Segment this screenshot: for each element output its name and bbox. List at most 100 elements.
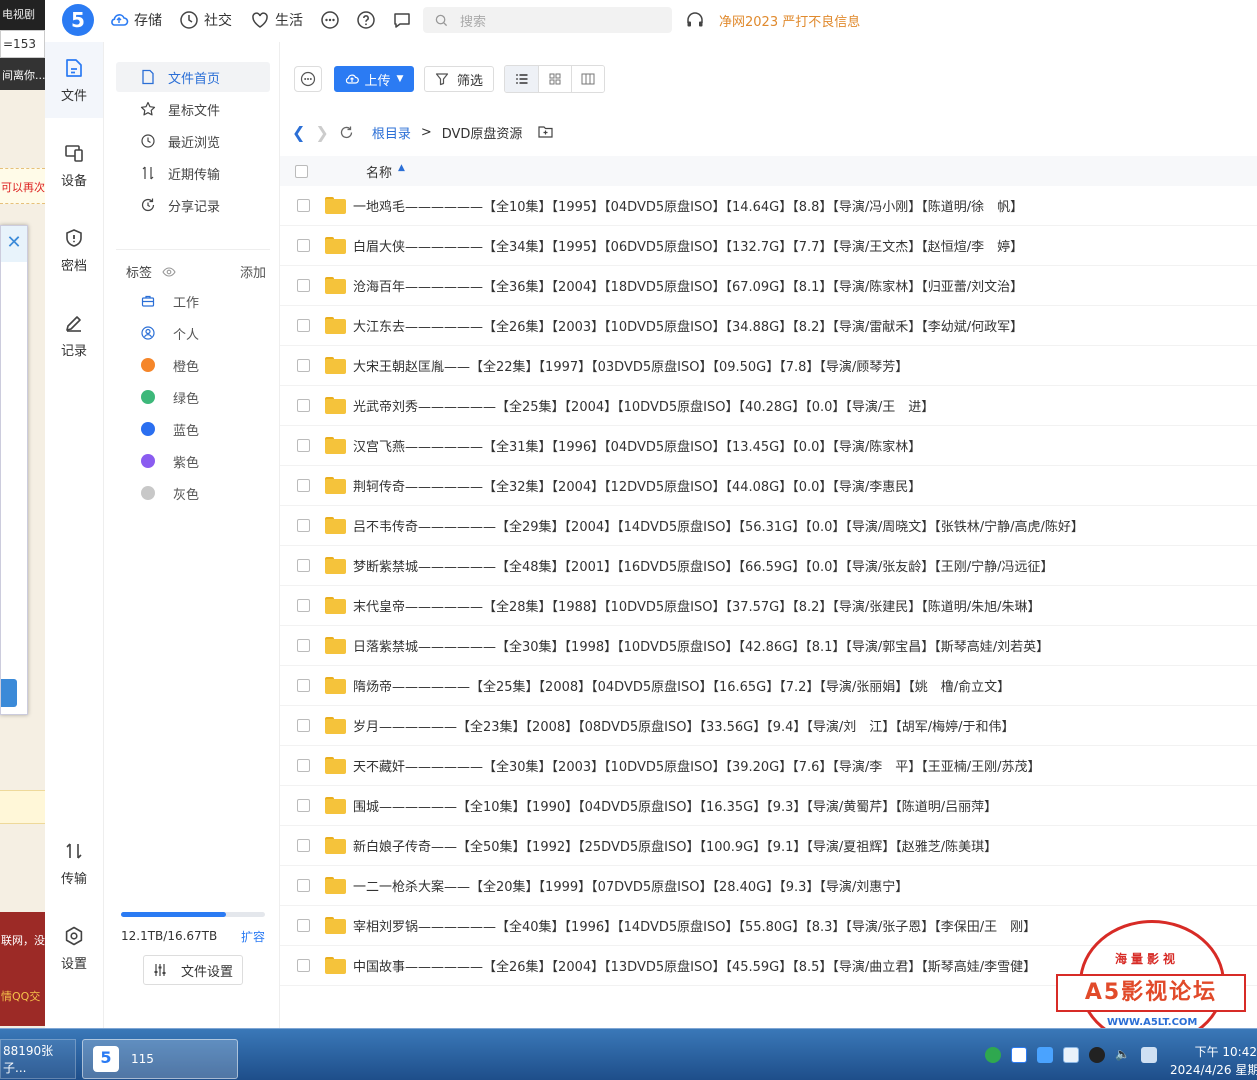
file-name[interactable]: 隋炀帝——————【全25集】【2008】【04DVD5原盘ISO】【16.65… bbox=[353, 676, 1010, 695]
file-row[interactable]: 天不藏奸——————【全30集】【2003】【10DVD5原盘ISO】【39.2… bbox=[280, 746, 1257, 786]
file-row[interactable]: 大江东去——————【全26集】【2003】【10DVD5原盘ISO】【34.8… bbox=[280, 306, 1257, 346]
message-icon[interactable] bbox=[392, 10, 412, 30]
expand-storage-link[interactable]: 扩容 bbox=[241, 928, 265, 945]
help-icon[interactable] bbox=[356, 10, 376, 30]
row-checkbox[interactable] bbox=[297, 679, 310, 692]
tag-orange[interactable]: 橙色 bbox=[141, 353, 199, 377]
network-icon[interactable] bbox=[1141, 1047, 1157, 1063]
tray-shield-icon[interactable] bbox=[1063, 1047, 1079, 1063]
back-icon[interactable]: ❮ bbox=[292, 123, 305, 142]
rail-item-file[interactable]: 文件 bbox=[45, 42, 103, 118]
file-row[interactable]: 汉宫飞燕——————【全31集】【1996】【04DVD5原盘ISO】【13.4… bbox=[280, 426, 1257, 466]
list-view-button[interactable] bbox=[505, 66, 538, 92]
file-row[interactable]: 新白娘子传奇——【全50集】【1992】【25DVD5原盘ISO】【100.9G… bbox=[280, 826, 1257, 866]
file-row[interactable]: 沧海百年——————【全36集】【2004】【18DVD5原盘ISO】【67.0… bbox=[280, 266, 1257, 306]
taskbar-item-browser[interactable]: 88190张子... bbox=[0, 1039, 76, 1079]
row-checkbox[interactable] bbox=[297, 799, 310, 812]
background-footer-link[interactable]: 情QQ交 bbox=[1, 988, 44, 1004]
row-checkbox[interactable] bbox=[297, 559, 310, 572]
sort-asc-icon[interactable]: ▲ bbox=[398, 163, 405, 173]
file-name[interactable]: 大江东去——————【全26集】【2003】【10DVD5原盘ISO】【34.8… bbox=[353, 316, 1023, 335]
file-name[interactable]: 中国故事——————【全26集】【2004】【13DVD5原盘ISO】【45.5… bbox=[353, 956, 1036, 975]
file-name[interactable]: 日落紫禁城——————【全30集】【1998】【10DVD5原盘ISO】【42.… bbox=[353, 636, 1049, 655]
background-window-url[interactable]: =153 bbox=[0, 30, 45, 58]
taskbar-item-115[interactable]: 5 115 bbox=[82, 1039, 238, 1079]
file-row[interactable]: 梦断紫禁城——————【全48集】【2001】【16DVD5原盘ISO】【66.… bbox=[280, 546, 1257, 586]
sidebar-item-shares[interactable]: 分享记录 bbox=[116, 190, 270, 220]
rail-item-device[interactable]: 设备 bbox=[45, 127, 103, 203]
file-name[interactable]: 围城——————【全10集】【1990】【04DVD5原盘ISO】【16.35G… bbox=[353, 796, 997, 815]
file-name[interactable]: 一二一枪杀大案——【全20集】【1999】【07DVD5原盘ISO】【28.40… bbox=[353, 876, 908, 895]
row-checkbox[interactable] bbox=[297, 439, 310, 452]
file-row[interactable]: 岁月——————【全23集】【2008】【08DVD5原盘ISO】【33.56G… bbox=[280, 706, 1257, 746]
upload-button[interactable]: 上传 ▼ bbox=[334, 66, 414, 92]
nav-storage[interactable]: 存储 bbox=[109, 10, 162, 30]
file-name[interactable]: 岁月——————【全23集】【2008】【08DVD5原盘ISO】【33.56G… bbox=[353, 716, 1015, 735]
file-name[interactable]: 梦断紫禁城——————【全48集】【2001】【16DVD5原盘ISO】【66.… bbox=[353, 556, 1054, 575]
file-row[interactable]: 白眉大侠——————【全34集】【1995】【06DVD5原盘ISO】【132.… bbox=[280, 226, 1257, 266]
grid-view-button[interactable] bbox=[538, 66, 571, 92]
clock[interactable]: 下午 10:42 2024/4/26 星期 bbox=[1170, 1043, 1257, 1079]
file-row[interactable]: 隋炀帝——————【全25集】【2008】【04DVD5原盘ISO】【16.65… bbox=[280, 666, 1257, 706]
new-folder-icon[interactable] bbox=[538, 125, 554, 139]
file-name[interactable]: 汉宫飞燕——————【全31集】【1996】【04DVD5原盘ISO】【13.4… bbox=[353, 436, 921, 455]
row-checkbox[interactable] bbox=[297, 759, 310, 772]
file-name[interactable]: 光武帝刘秀——————【全25集】【2004】【10DVD5原盘ISO】【40.… bbox=[353, 396, 934, 415]
file-row[interactable]: 日落紫禁城——————【全30集】【1998】【10DVD5原盘ISO】【42.… bbox=[280, 626, 1257, 666]
add-tag-button[interactable]: 添加 bbox=[240, 262, 266, 281]
refresh-icon[interactable] bbox=[339, 125, 354, 140]
headset-icon[interactable] bbox=[685, 10, 705, 30]
file-name[interactable]: 大宋王朝赵匡胤——【全22集】【1997】【03DVD5原盘ISO】【09.50… bbox=[353, 356, 908, 375]
tray-bird-icon[interactable] bbox=[1037, 1047, 1053, 1063]
nav-social[interactable]: 社交 bbox=[179, 10, 232, 30]
row-checkbox[interactable] bbox=[297, 959, 310, 972]
more-actions-button[interactable] bbox=[294, 66, 322, 92]
background-window-nav[interactable]: 间离你... bbox=[0, 58, 45, 90]
tag-blue[interactable]: 蓝色 bbox=[141, 417, 199, 441]
eye-icon[interactable] bbox=[162, 265, 176, 279]
file-name[interactable]: 吕不韦传奇——————【全29集】【2004】【14DVD5原盘ISO】【56.… bbox=[353, 516, 1084, 535]
nav-life[interactable]: 生活 bbox=[250, 10, 303, 30]
filter-button[interactable]: 筛选 bbox=[424, 66, 494, 92]
column-view-button[interactable] bbox=[571, 66, 604, 92]
file-name[interactable]: 宰相刘罗锅——————【全40集】【1996】【14DVD5原盘ISO】【55.… bbox=[353, 916, 1036, 935]
file-row[interactable]: 末代皇帝——————【全28集】【1988】【10DVD5原盘ISO】【37.5… bbox=[280, 586, 1257, 626]
file-name[interactable]: 新白娘子传奇——【全50集】【1992】【25DVD5原盘ISO】【100.9G… bbox=[353, 836, 997, 855]
file-row[interactable]: 光武帝刘秀——————【全25集】【2004】【10DVD5原盘ISO】【40.… bbox=[280, 386, 1257, 426]
app-logo[interactable]: 5 bbox=[62, 4, 94, 36]
rail-item-settings[interactable]: 设置 bbox=[45, 910, 103, 986]
file-settings-button[interactable]: 文件设置 bbox=[143, 955, 243, 985]
rail-item-transfer[interactable]: 传输 bbox=[45, 825, 103, 901]
file-name[interactable]: 天不藏奸——————【全30集】【2003】【10DVD5原盘ISO】【39.2… bbox=[353, 756, 1041, 775]
forward-icon[interactable]: ❯ bbox=[315, 123, 328, 142]
row-checkbox[interactable] bbox=[297, 359, 310, 372]
row-checkbox[interactable] bbox=[297, 879, 310, 892]
file-row[interactable]: 一地鸡毛——————【全10集】【1995】【04DVD5原盘ISO】【14.6… bbox=[280, 186, 1257, 226]
file-name[interactable]: 沧海百年——————【全36集】【2004】【18DVD5原盘ISO】【67.0… bbox=[353, 276, 1023, 295]
file-row[interactable]: 荆轲传奇——————【全32集】【2004】【12DVD5原盘ISO】【44.0… bbox=[280, 466, 1257, 506]
more-icon[interactable] bbox=[320, 10, 340, 30]
tray-115-icon[interactable] bbox=[1011, 1047, 1027, 1063]
column-name-header[interactable]: 名称 bbox=[366, 162, 392, 181]
row-checkbox[interactable] bbox=[297, 719, 310, 732]
tray-qq-icon[interactable] bbox=[1089, 1047, 1105, 1063]
search-input[interactable]: 搜索 bbox=[423, 7, 672, 33]
notice-link[interactable]: 净网2023 严打不良信息 bbox=[719, 11, 860, 30]
file-name[interactable]: 末代皇帝——————【全28集】【1988】【10DVD5原盘ISO】【37.5… bbox=[353, 596, 1041, 615]
file-row[interactable]: 吕不韦传奇——————【全29集】【2004】【14DVD5原盘ISO】【56.… bbox=[280, 506, 1257, 546]
row-checkbox[interactable] bbox=[297, 319, 310, 332]
tag-personal[interactable]: 个人 bbox=[141, 321, 199, 345]
sidebar-item-home[interactable]: 文件首页 bbox=[116, 62, 270, 92]
row-checkbox[interactable] bbox=[297, 599, 310, 612]
tag-purple[interactable]: 紫色 bbox=[141, 449, 199, 473]
file-row[interactable]: 一二一枪杀大案——【全20集】【1999】【07DVD5原盘ISO】【28.40… bbox=[280, 866, 1257, 906]
rail-item-notes[interactable]: 记录 bbox=[45, 297, 103, 373]
file-name[interactable]: 荆轲传奇——————【全32集】【2004】【12DVD5原盘ISO】【44.0… bbox=[353, 476, 921, 495]
row-checkbox[interactable] bbox=[297, 919, 310, 932]
row-checkbox[interactable] bbox=[297, 279, 310, 292]
breadcrumb-root[interactable]: 根目录 bbox=[372, 123, 411, 142]
rail-item-vault[interactable]: 密档 bbox=[45, 212, 103, 288]
tag-green[interactable]: 绿色 bbox=[141, 385, 199, 409]
sidebar-item-recent[interactable]: 最近浏览 bbox=[116, 126, 270, 156]
row-checkbox[interactable] bbox=[297, 399, 310, 412]
